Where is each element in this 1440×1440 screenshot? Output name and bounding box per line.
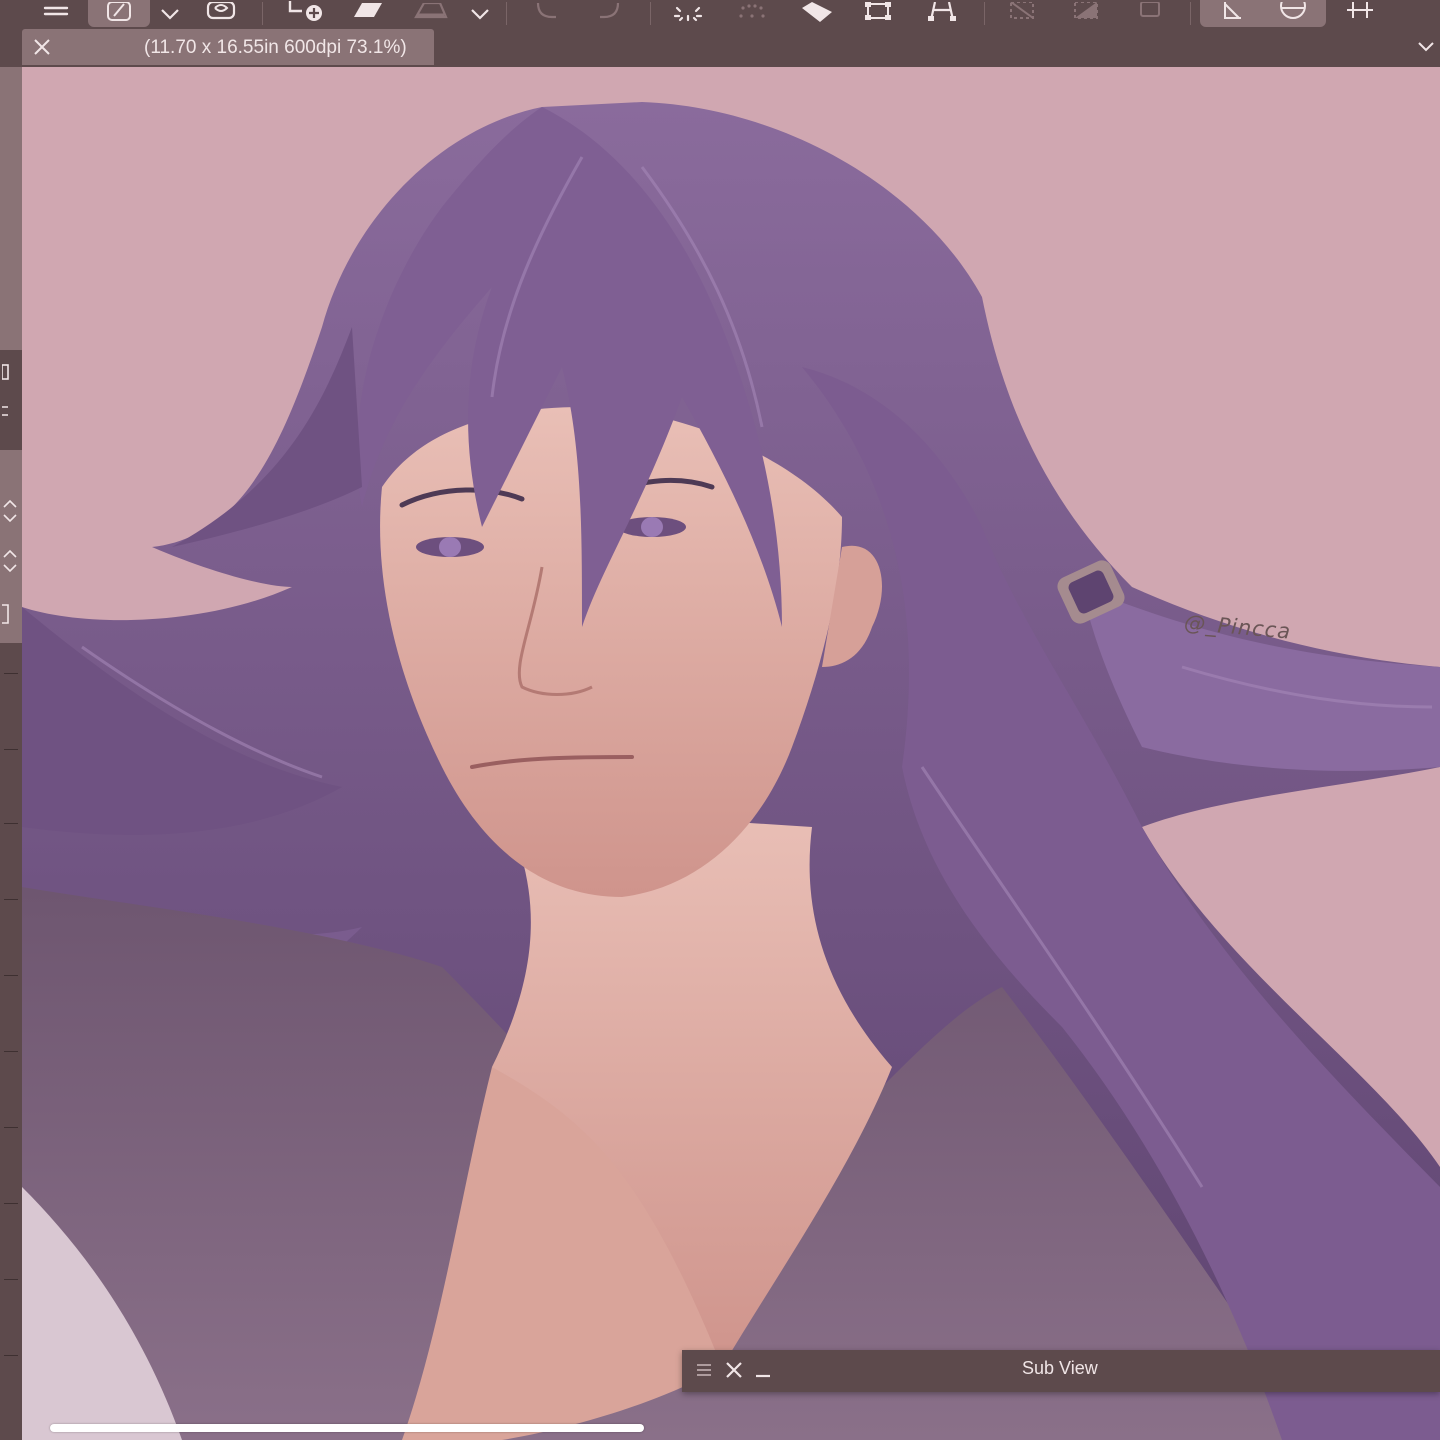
divider [4, 975, 18, 976]
grid-button[interactable] [1340, 0, 1380, 27]
menu-icon[interactable] [36, 0, 76, 27]
panel-handle-icon[interactable] [2, 603, 20, 632]
perspective-button[interactable] [922, 0, 962, 27]
toolbar-separator [1190, 2, 1191, 25]
divider [4, 1279, 18, 1280]
dotted-sparkle-icon [739, 3, 765, 18]
divider [4, 673, 18, 674]
top-toolbar [0, 0, 1440, 27]
fill-icon [414, 2, 448, 18]
redo-icon [600, 2, 620, 18]
divider [4, 1203, 18, 1204]
circle-ruler-icon[interactable] [1273, 1, 1313, 26]
sparkle-button[interactable] [668, 0, 708, 27]
deselect-button[interactable] [1002, 0, 1042, 27]
redo-button[interactable] [588, 0, 628, 27]
lasso-icon [206, 1, 236, 19]
lasso-button[interactable] [200, 0, 242, 27]
chevron-down-icon[interactable] [1416, 37, 1436, 62]
document-tab[interactable]: (11.70 x 16.55in 600dpi 73.1%) [22, 29, 434, 65]
brush-tool-icon [107, 1, 131, 21]
close-icon[interactable] [724, 1360, 744, 1380]
sub-view-panel: Sub View [682, 1350, 1440, 1392]
brush-tool-button[interactable] [88, 0, 150, 27]
deselect-icon [1010, 1, 1034, 19]
divider [4, 1051, 18, 1052]
document-title: (11.70 x 16.55in 600dpi 73.1%) [144, 37, 407, 58]
toolbar-separator [984, 2, 985, 25]
grid-icon [1347, 1, 1373, 18]
left-palette-strip [0, 27, 22, 1440]
document-tab-bar: (11.70 x 16.55in 600dpi 73.1%) [22, 27, 1440, 67]
panel-toggle-icon[interactable] [1, 363, 20, 388]
ruler-icon[interactable] [1213, 1, 1253, 26]
fill-button[interactable] [408, 0, 452, 27]
horizontal-scrollbar[interactable] [50, 1424, 644, 1432]
divider [4, 1127, 18, 1128]
divider [4, 823, 18, 824]
dotted-sparkle-button[interactable] [732, 0, 772, 27]
sub-view-title: Sub View [1022, 1358, 1098, 1378]
toolbar-separator [506, 2, 507, 25]
minimize-icon[interactable] [754, 1360, 772, 1380]
divider [4, 899, 18, 900]
left-panel-tab[interactable] [0, 67, 22, 350]
drawing-canvas[interactable]: @_Pincca [22, 67, 1440, 1440]
chevron-down-icon [471, 8, 489, 20]
undo-button[interactable] [528, 0, 568, 27]
sparkle-icon [673, 6, 703, 21]
divider [4, 1355, 18, 1356]
chevron-down-icon [161, 8, 179, 20]
add-layer-button[interactable] [282, 0, 326, 27]
perspective-icon [928, 1, 956, 21]
artwork-illustration [22, 102, 1440, 1440]
eraser-button[interactable] [344, 0, 388, 27]
crop-selection-button[interactable] [1130, 0, 1170, 27]
ruler-group [1200, 0, 1326, 27]
pen-fill-button[interactable] [796, 0, 836, 27]
scroll-updown-icon[interactable] [2, 495, 20, 532]
close-icon[interactable] [32, 37, 52, 57]
divider [4, 749, 18, 750]
transform-icon [865, 1, 891, 20]
toolbar-separator [650, 2, 651, 25]
undo-icon [536, 2, 556, 18]
invert-selection-button[interactable] [1066, 0, 1106, 27]
panel-arrow-icon[interactable] [2, 403, 20, 428]
fill-options-chevron[interactable] [466, 0, 494, 27]
scroll-updown-icon[interactable] [2, 545, 20, 582]
toolbar-separator [262, 2, 263, 25]
transform-button[interactable] [858, 0, 898, 27]
pen-fill-icon [802, 1, 832, 22]
menu-icon[interactable] [696, 1362, 712, 1380]
eraser-icon [354, 2, 382, 17]
crop-selection-icon [1140, 1, 1160, 17]
invert-selection-icon [1074, 1, 1098, 19]
add-layer-icon [288, 0, 322, 21]
brush-options-chevron[interactable] [156, 0, 184, 27]
